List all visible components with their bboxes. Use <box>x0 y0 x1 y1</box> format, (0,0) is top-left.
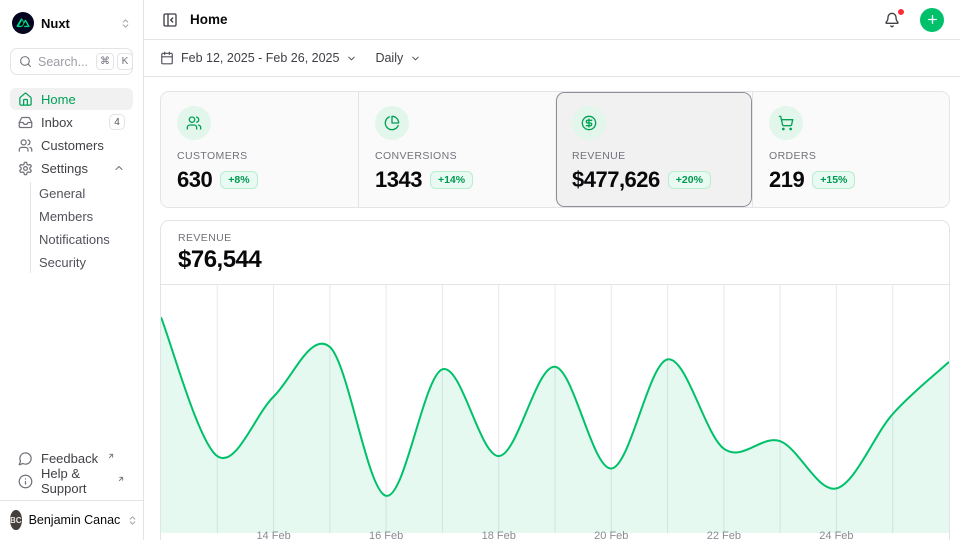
kbd-meta: ⌘ <box>96 53 114 70</box>
workspace-name: Nuxt <box>41 16 113 31</box>
stat-label: CONVERSIONS <box>375 150 539 162</box>
sidebar: Nuxt ⌘ K Home Inbox 4 <box>0 0 144 540</box>
stat-card-revenue[interactable]: REVENUE $477,626 +20% <box>555 92 752 207</box>
filters-toolbar: Feb 12, 2025 - Feb 26, 2025 Daily <box>144 40 960 77</box>
sidebar-item-inbox[interactable]: Inbox 4 <box>10 111 133 133</box>
sidebar-item-label: Feedback <box>41 451 98 466</box>
plus-icon <box>926 13 939 26</box>
chat-bubble-icon <box>18 451 33 466</box>
main-area: Home Feb 12, 2025 - Feb 26, 2025 Daily <box>144 0 960 540</box>
stat-label: CUSTOMERS <box>177 150 342 162</box>
x-tick-label: 24 Feb <box>819 530 853 540</box>
period-select[interactable]: Daily <box>375 51 421 65</box>
chart-total-value: $76,544 <box>178 246 932 274</box>
revenue-area-chart[interactable] <box>161 285 949 527</box>
sidebar-item-notifications[interactable]: Notifications <box>31 228 133 250</box>
gear-icon <box>18 161 33 176</box>
sidebar-item-general[interactable]: General <box>31 182 133 204</box>
stat-value: 1343 <box>375 167 422 193</box>
x-tick-label: 22 Feb <box>707 530 741 540</box>
users-icon <box>177 106 211 140</box>
sidebar-item-customers[interactable]: Customers <box>10 134 133 156</box>
dashboard-content: CUSTOMERS 630 +8% CONVERSIONS 1343 +14% <box>144 77 960 540</box>
stat-delta-badge: +8% <box>220 171 257 189</box>
stat-value: $477,626 <box>572 167 660 193</box>
users-icon <box>18 138 33 153</box>
x-tick-label: 20 Feb <box>594 530 628 540</box>
revenue-chart-card: REVENUE $76,544 14 Feb 16 Feb 18 Feb 20 Feb… <box>160 220 950 540</box>
kbd-k: K <box>117 53 133 70</box>
stat-card-conversions[interactable]: CONVERSIONS 1343 +14% <box>358 92 555 207</box>
chart-svg <box>161 285 949 533</box>
sidebar-item-security[interactable]: Security <box>31 251 133 273</box>
notifications-button[interactable] <box>882 10 902 30</box>
date-range-picker[interactable]: Feb 12, 2025 - Feb 26, 2025 <box>160 51 357 65</box>
chart-pie-icon <box>375 106 409 140</box>
sidebar-item-label: Customers <box>41 138 104 153</box>
sidebar-item-label: Inbox <box>41 115 73 130</box>
sidebar-item-settings[interactable]: Settings <box>10 157 133 179</box>
shopping-cart-icon <box>769 106 803 140</box>
stat-card-customers[interactable]: CUSTOMERS 630 +8% <box>161 92 358 207</box>
chart-header: REVENUE $76,544 <box>161 221 949 285</box>
search-shortcut: ⌘ K <box>96 53 133 70</box>
inbox-icon <box>18 115 33 130</box>
chart-x-axis: 14 Feb 16 Feb 18 Feb 20 Feb 22 Feb 24 Feb <box>161 527 949 540</box>
sidebar-item-label: Home <box>41 92 76 107</box>
notification-dot <box>897 8 905 16</box>
sidebar-item-label: Help & Support <box>41 466 108 496</box>
collapse-sidebar-button[interactable] <box>160 10 180 30</box>
chevrons-up-down-icon <box>127 515 138 526</box>
panel-left-close-icon <box>162 12 178 28</box>
info-icon <box>18 474 33 489</box>
stat-label: REVENUE <box>572 150 736 162</box>
search-icon <box>19 55 32 68</box>
x-tick-label: 14 Feb <box>256 530 290 540</box>
x-tick-label: 16 Feb <box>369 530 403 540</box>
external-link-icon <box>117 475 125 483</box>
chevron-down-icon <box>410 53 421 64</box>
chevron-up-icon <box>113 162 125 174</box>
stat-label: ORDERS <box>769 150 933 162</box>
stat-value: 630 <box>177 167 212 193</box>
user-menu[interactable]: BC Benjamin Canac <box>0 500 143 532</box>
external-link-icon <box>107 452 115 460</box>
stat-value: 219 <box>769 167 804 193</box>
sidebar-nav: Home Inbox 4 Customers Settings Genera <box>10 88 133 275</box>
stat-delta-badge: +14% <box>430 171 473 189</box>
search-box[interactable]: ⌘ K <box>10 48 133 75</box>
user-name: Benjamin Canac <box>29 513 121 527</box>
avatar: BC <box>10 510 22 530</box>
stat-card-orders[interactable]: ORDERS 219 +15% <box>752 92 949 207</box>
circle-dollar-icon <box>572 106 606 140</box>
search-input[interactable] <box>38 55 90 69</box>
x-tick-label: 18 Feb <box>482 530 516 540</box>
stat-delta-badge: +15% <box>812 171 855 189</box>
chevrons-up-down-icon <box>120 18 131 29</box>
sidebar-item-members[interactable]: Members <box>31 205 133 227</box>
sidebar-item-help-support[interactable]: Help & Support <box>10 470 133 492</box>
sidebar-item-home[interactable]: Home <box>10 88 133 110</box>
add-button[interactable] <box>920 8 944 32</box>
settings-children: General Members Notifications Security <box>30 182 133 273</box>
stats-row: CUSTOMERS 630 +8% CONVERSIONS 1343 +14% <box>160 91 950 208</box>
calendar-icon <box>160 51 174 65</box>
period-label: Daily <box>375 51 403 65</box>
chart-kicker: REVENUE <box>178 232 932 244</box>
page-title: Home <box>190 12 872 27</box>
sidebar-item-label: Settings <box>41 161 88 176</box>
top-navbar: Home <box>144 0 960 40</box>
sidebar-footer: Feedback Help & Support <box>10 447 133 492</box>
nuxt-logo-icon <box>12 12 34 34</box>
workspace-switcher[interactable]: Nuxt <box>10 10 133 36</box>
chevron-down-icon <box>346 53 357 64</box>
house-icon <box>18 92 33 107</box>
date-range-label: Feb 12, 2025 - Feb 26, 2025 <box>181 51 339 65</box>
inbox-count-badge: 4 <box>109 114 125 130</box>
stat-delta-badge: +20% <box>668 171 711 189</box>
